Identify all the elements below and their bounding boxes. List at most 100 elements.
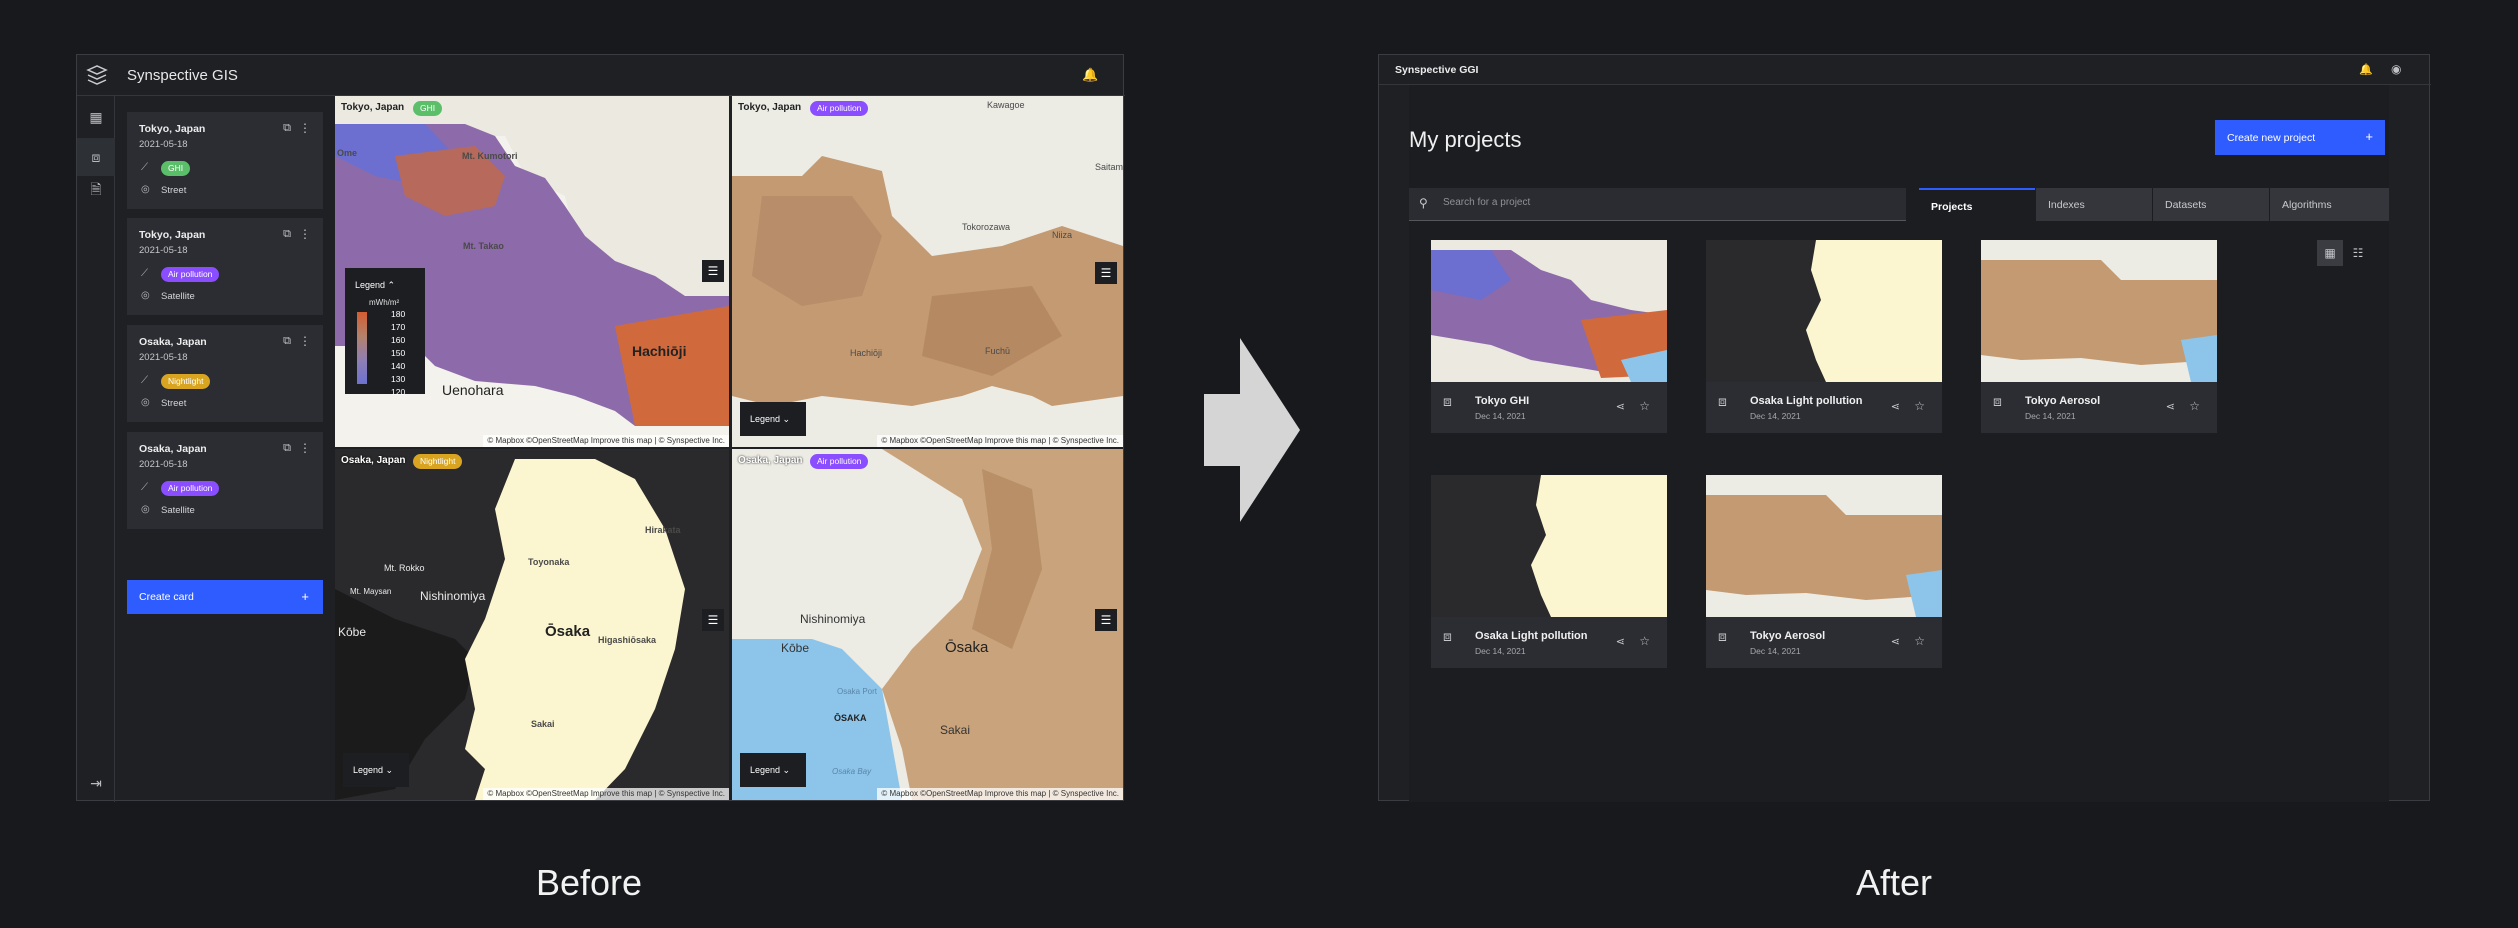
more-icon[interactable]: ⋮ [299,227,311,241]
user-avatar-icon[interactable]: ◉ [2391,62,2401,76]
map-attribution: © Mapbox ©OpenStreetMap Improve this map… [877,435,1123,447]
indicator-badge: Air pollution [161,481,220,496]
share-icon[interactable]: ⋖ [2166,400,2175,413]
map-place-label: Hirakata [645,525,681,535]
star-icon[interactable]: ☆ [1639,399,1650,413]
search-input[interactable] [1443,197,1883,208]
project-thumbnail [1431,475,1667,617]
document-icon[interactable]: 🗎 [87,180,105,198]
chart-icon: ⟋ [141,268,148,279]
caption-after: After [1856,862,1933,903]
project-title: Tokyo GHI [1475,395,1530,407]
create-project-button[interactable]: Create new project + [2215,120,2385,155]
share-icon[interactable]: ⋖ [1891,400,1900,413]
map-place-label: Ōsaka [945,639,989,656]
grid-view-icon[interactable]: ▦ [2317,240,2343,266]
tab-indexes[interactable]: Indexes [2036,188,2152,221]
map-osaka-air[interactable]: Osaka, Japan Air pollution Nishinomiya K… [732,449,1123,800]
globe-icon: ◎ [141,397,150,408]
project-card[interactable]: ⧈ Tokyo Aerosol Dec 14, 2021 ⋖ ☆ [1981,240,2217,433]
project-icon: ⧈ [1718,628,1727,644]
map-place-label: Osaka Bay [832,767,872,776]
share-icon[interactable]: ⋖ [1616,635,1625,648]
legend-button[interactable]: Legend ⌄ [343,753,409,787]
map-tokyo-air[interactable]: Tokyo, Japan Air pollution Kawagoe Tokor… [732,96,1123,447]
plus-icon: + [2365,129,2373,144]
project-date: Dec 14, 2021 [2025,411,2076,421]
notification-bell-icon[interactable]: 🔔 [1082,67,1098,83]
map-tokyo-ghi[interactable]: Tokyo, Japan GHI Mt. Kumotori Ome Mt. Ta… [335,96,729,447]
logout-icon[interactable]: ⇥ [87,774,105,792]
legend-button[interactable]: Legend ⌄ [740,753,806,787]
arrow-right-icon [1204,338,1300,522]
top-bar: Synspective GGI 🔔 ◉ [1379,55,2431,85]
project-title: Osaka Light pollution [1750,395,1863,407]
map-place-label: Sakai [531,719,555,729]
card-title: Tokyo, Japan [139,229,206,241]
data-card[interactable]: Tokyo, Japan 2021-05-18 ⧉ ⋮ ⟋ GHI ◎ Stre… [127,112,323,209]
map-place-label: Sakai [940,723,971,737]
tab-projects[interactable]: Projects [1919,188,2035,221]
map-place-label: Saitama [1095,162,1123,172]
create-card-button[interactable]: Create card + [127,580,323,614]
share-icon[interactable]: ⋖ [1616,400,1625,413]
project-card[interactable]: ⧈ Osaka Light pollution Dec 14, 2021 ⋖ ☆ [1431,475,1667,668]
project-card[interactable]: ⧈ Osaka Light pollution Dec 14, 2021 ⋖ ☆ [1706,240,1942,433]
map-indicator-badge: Air pollution [810,454,869,469]
tab-datasets[interactable]: Datasets [2153,188,2269,221]
data-card[interactable]: Osaka, Japan 2021-05-18 ⧉ ⋮ ⟋ Air pollut… [127,432,323,529]
more-icon[interactable]: ⋮ [299,334,311,348]
globe-icon: ◎ [141,184,150,195]
notification-bell-icon[interactable]: 🔔 [2359,63,2373,76]
more-icon[interactable]: ⋮ [299,121,311,135]
more-icon[interactable]: ⋮ [299,441,311,455]
osaka-air-overlay [732,449,1123,800]
copy-icon[interactable]: ⧉ [283,122,291,135]
legend-button[interactable]: Legend ⌄ [740,402,806,436]
project-search[interactable]: ⚲ [1409,188,1906,221]
star-icon[interactable]: ☆ [1639,634,1650,648]
project-title: Tokyo Aerosol [2025,395,2101,407]
layers-menu-icon[interactable]: ☰ [702,609,724,631]
copy-icon[interactable]: ⧉ [283,335,291,348]
project-thumbnail [1981,240,2217,382]
star-icon[interactable]: ☆ [2189,399,2200,413]
synspective-logo-icon [86,65,108,85]
main-content: My projects Create new project + ⚲ Proje… [1409,85,2389,802]
search-icon: ⚲ [1419,196,1428,210]
tab-algorithms[interactable]: Algorithms [2270,188,2389,221]
layer-label: Street [161,185,187,196]
copy-icon[interactable]: ⧉ [283,228,291,241]
legend-unit: mWh/m² [369,298,400,307]
legend-title[interactable]: Legend ⌃ [355,280,395,291]
map-osaka-nightlight[interactable]: Osaka, Japan Nightlight Hirakata Toyonak… [335,449,729,800]
project-thumbnail [1431,240,1667,382]
caption-before: Before [536,862,643,903]
copy-icon[interactable]: ⧉ [283,442,291,455]
legend-tick: 140 [391,361,406,371]
layers-menu-icon[interactable]: ☰ [702,260,724,282]
layers-menu-icon[interactable]: ☰ [1095,262,1117,284]
app-title: Synspective GIS [127,67,238,84]
layers-menu-icon[interactable]: ☰ [1095,609,1117,631]
data-card[interactable]: Tokyo, Japan 2021-05-18 ⧉ ⋮ ⟋ Air pollut… [127,218,323,315]
project-card[interactable]: ⧈ Tokyo Aerosol Dec 14, 2021 ⋖ ☆ [1706,475,1942,668]
project-thumbnail [1706,475,1942,617]
card-date: 2021-05-18 [139,245,188,256]
map-place-label: Kōbe [781,641,810,655]
project-card[interactable]: ⧈ Tokyo GHI Dec 14, 2021 ⋖ ☆ [1431,240,1667,433]
list-view-icon[interactable]: ☷ [2345,240,2371,266]
projects-icon[interactable]: ⧈ [77,138,115,176]
table-icon[interactable]: ▦ [87,108,105,126]
map-place-label: Mt. Takao [463,241,504,251]
chart-icon: ⟋ [141,162,148,173]
data-card[interactable]: Osaka, Japan 2021-05-18 ⧉ ⋮ ⟋ Nightlight… [127,325,323,422]
indicator-badge: GHI [161,161,191,176]
star-icon[interactable]: ☆ [1914,399,1925,413]
project-title: Tokyo Aerosol [1750,630,1826,642]
indicator-badge: Air pollution [161,267,220,282]
star-icon[interactable]: ☆ [1914,634,1925,648]
map-indicator-badge: Nightlight [413,454,463,469]
legend-tick: 170 [391,322,406,332]
share-icon[interactable]: ⋖ [1891,635,1900,648]
